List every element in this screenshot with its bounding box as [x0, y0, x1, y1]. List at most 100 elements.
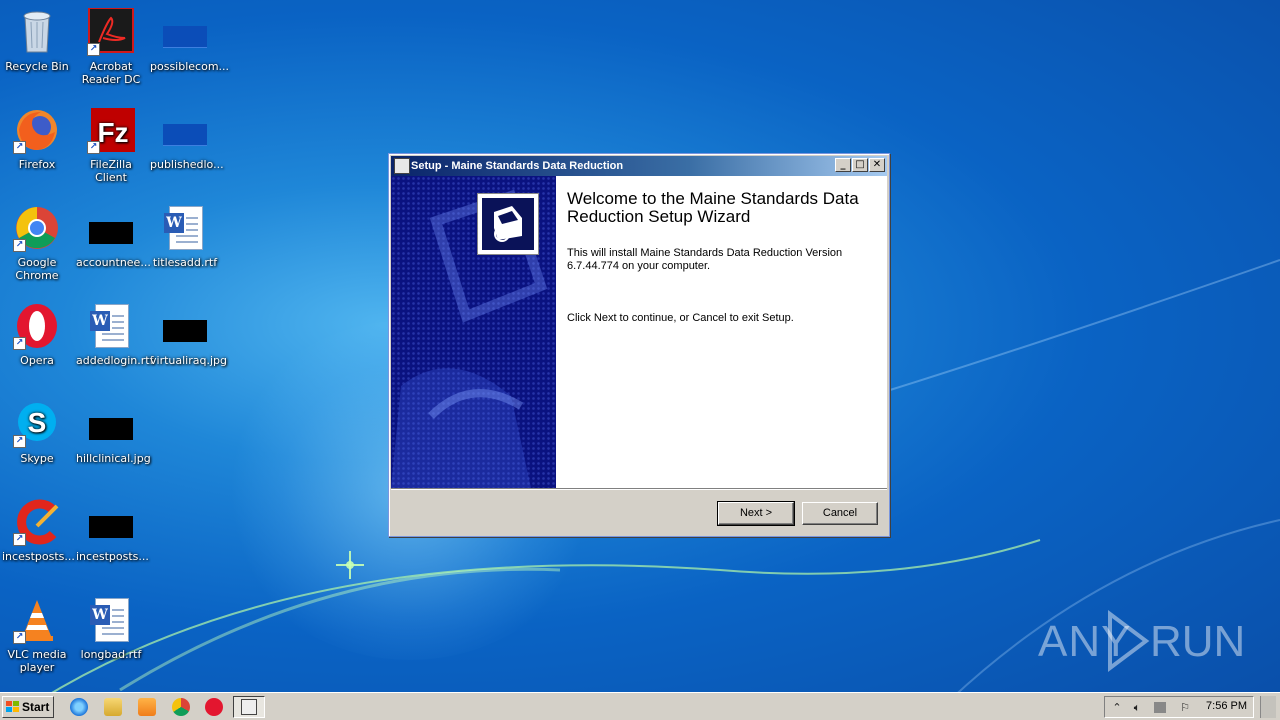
image-thumbnail-icon	[87, 400, 135, 448]
svg-text:Fz: Fz	[97, 117, 128, 148]
welcome-heading: Welcome to the Maine Standards Data Redu…	[567, 189, 859, 226]
desktop-icon-filezilla[interactable]: Fz ↗ FileZilla Client	[74, 100, 148, 190]
desktop-icon-label: Firefox	[18, 158, 56, 171]
media-player-icon[interactable]	[138, 698, 156, 716]
anyrun-watermark: ANY RUN	[1038, 610, 1245, 672]
start-button[interactable]: Start	[2, 696, 54, 718]
desktop-icon-longbad[interactable]: W longbad.rtf	[74, 590, 148, 680]
action-center-flag-icon[interactable]: ⚐	[1178, 701, 1192, 714]
desktop-icon-possiblecom[interactable]: possiblecom...	[148, 2, 230, 92]
ccleaner-icon: ↗	[13, 498, 61, 546]
window-title: Setup - Maine Standards Data Reduction	[411, 160, 624, 172]
setup-taskbar-icon	[241, 699, 257, 715]
desktop-icon-label: titlesadd.rtf	[152, 256, 218, 269]
desktop-icon-label: virtualiraq.jpg	[150, 354, 227, 367]
window-titlebar[interactable]: Setup - Maine Standards Data Reduction _…	[391, 156, 887, 176]
desktop-icon-label: hillclinical.jpg	[76, 452, 151, 465]
desktop-icon-label: possiblecom...	[150, 60, 230, 73]
svg-text:S: S	[28, 407, 47, 438]
word-document-icon: W	[87, 302, 135, 350]
divider	[391, 488, 887, 490]
desktop-icon-label: VLC media player	[7, 648, 67, 674]
desktop-icon-skype[interactable]: S ↗ Skype	[0, 394, 74, 484]
desktop-icon-accountnee[interactable]: accountnee...	[74, 198, 151, 288]
filezilla-icon: Fz ↗	[87, 106, 135, 154]
system-tray: ⌃ 🔈︎ ⚐ 7:56 PM	[1104, 696, 1254, 718]
desktop-icon-label: Google Chrome	[15, 256, 59, 282]
network-icon[interactable]	[1154, 702, 1166, 713]
skype-icon: S ↗	[13, 400, 61, 448]
tray-expand-icon[interactable]: ⌃	[1110, 701, 1124, 714]
shortcut-arrow-icon: ↗	[13, 141, 26, 154]
desktop-icon-virtualiraq[interactable]: virtualiraq.jpg	[148, 296, 227, 386]
shortcut-arrow-icon: ↗	[13, 337, 26, 350]
maximize-button[interactable]: □	[852, 158, 868, 172]
desktop-icon-vlc[interactable]: ↗ VLC media player	[0, 590, 74, 680]
desktop-icon-recycle-bin[interactable]: Recycle Bin	[0, 2, 74, 92]
word-document-icon: W	[87, 596, 135, 644]
setup-taskbar-button[interactable]	[233, 696, 265, 718]
windows-flag-icon	[6, 701, 19, 712]
shortcut-arrow-icon: ↗	[13, 239, 26, 252]
wallpaper-sparkle	[336, 551, 364, 579]
opera-icon: ↗	[13, 302, 61, 350]
desktop-icon-label: longbad.rtf	[80, 648, 142, 661]
setup-app-icon	[394, 158, 410, 174]
taskbar: Start ⌃ 🔈︎ ⚐ 7:56 PM	[0, 692, 1280, 720]
shortcut-arrow-icon: ↗	[87, 141, 100, 154]
desktop-icon-label: FileZilla Client	[90, 158, 132, 184]
image-thumbnail-icon	[161, 106, 209, 154]
start-label: Start	[22, 700, 50, 714]
image-thumbnail-icon	[87, 204, 135, 252]
image-thumbnail-icon	[161, 8, 209, 56]
desktop-icon-label: incestposts...	[76, 550, 149, 563]
word-document-icon: W	[161, 204, 209, 252]
desktop-icon-firefox[interactable]: ↗ Firefox	[0, 100, 74, 190]
opera-taskbar-icon[interactable]	[205, 698, 223, 716]
shortcut-arrow-icon: ↗	[87, 43, 100, 56]
desktop-icon-label: Opera	[20, 354, 54, 367]
setup-logo-icon	[477, 193, 539, 255]
chrome-taskbar-icon[interactable]	[172, 698, 190, 716]
setup-window[interactable]: Setup - Maine Standards Data Reduction _…	[388, 153, 890, 537]
acrobat-icon: ↗	[87, 7, 135, 56]
internet-explorer-icon[interactable]	[70, 698, 88, 716]
shortcut-arrow-icon: ↗	[13, 533, 26, 546]
image-thumbnail-icon	[161, 302, 209, 350]
image-thumbnail-icon	[87, 498, 135, 546]
close-button[interactable]: ✕	[869, 158, 885, 172]
desktop-icon-opera[interactable]: ↗ Opera	[0, 296, 74, 386]
install-text: This will install Maine Standards Data R…	[567, 247, 843, 272]
desktop-icon-label: publishedlo...	[150, 158, 224, 171]
play-triangle-icon	[1108, 610, 1150, 672]
vlc-cone-icon: ↗	[13, 596, 61, 644]
next-button[interactable]: Next >	[717, 501, 795, 526]
desktop-icon-titlesadd[interactable]: W titlesadd.rtf	[148, 198, 222, 288]
wizard-sidebar-image	[391, 176, 556, 488]
shortcut-arrow-icon: ↗	[13, 631, 26, 644]
clock[interactable]: 7:56 PM	[1206, 700, 1247, 712]
volume-icon[interactable]: 🔈︎	[1130, 701, 1144, 714]
minimize-button[interactable]: _	[835, 158, 851, 172]
watermark-right-text: RUN	[1150, 617, 1246, 666]
shortcut-arrow-icon: ↗	[13, 435, 26, 448]
desktop-icon-label: Skype	[20, 452, 54, 465]
desktop-icon-acrobat-reader[interactable]: ↗ Acrobat Reader DC	[74, 2, 148, 92]
desktop-icon-publishedlo[interactable]: publishedlo...	[148, 100, 224, 190]
cancel-button[interactable]: Cancel	[802, 502, 878, 525]
continue-text: Click Next to continue, or Cancel to exi…	[567, 312, 794, 324]
desktop-icon-addedlogin[interactable]: W addedlogin.rtf	[74, 296, 154, 386]
desktop-icon-label: addedlogin.rtf	[76, 354, 154, 367]
desktop-icon-label: Acrobat Reader DC	[81, 60, 141, 86]
file-explorer-icon[interactable]	[104, 698, 122, 716]
desktop-icon-hillclinical[interactable]: hillclinical.jpg	[74, 394, 151, 484]
desktop-icon-label: incestposts...	[2, 550, 75, 563]
desktop-icon-incestposts[interactable]: incestposts...	[74, 492, 149, 582]
firefox-icon: ↗	[13, 106, 61, 154]
desktop-icon-label: accountnee...	[76, 256, 151, 269]
desktop-icon-ccleaner[interactable]: ↗ incestposts...	[0, 492, 75, 582]
desktop-icon-google-chrome[interactable]: ↗ Google Chrome	[0, 198, 74, 288]
wizard-content: Welcome to the Maine Standards Data Redu…	[556, 176, 887, 488]
chrome-icon: ↗	[13, 204, 61, 252]
show-desktop-button[interactable]	[1260, 696, 1276, 718]
